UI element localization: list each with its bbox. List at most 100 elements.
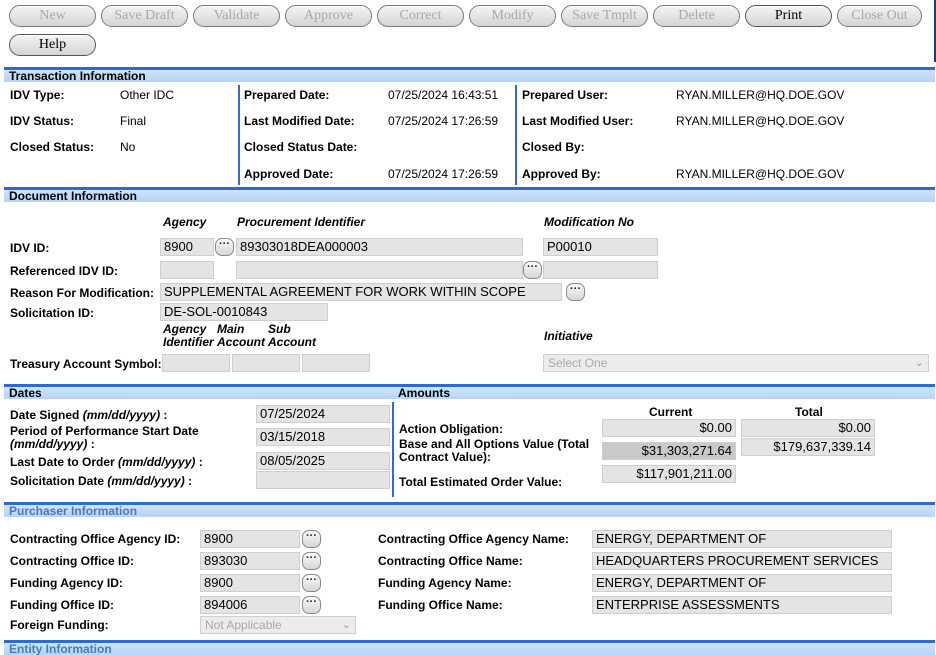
foreign-funding-label: Foreign Funding: <box>10 618 109 632</box>
amounts-section-header: Amounts <box>393 384 935 400</box>
funding-office-name-field[interactable]: ENTERPRISE ASSESSMENTS <box>592 596 892 614</box>
idv-agency-field[interactable]: 8900 <box>160 238 214 256</box>
referenced-idv-modification-field[interactable] <box>543 261 658 279</box>
agency-column-header: Agency <box>163 215 207 229</box>
contracting-office-id-label: Contracting Office ID: <box>10 554 135 568</box>
prepared-user-label: Prepared User: <box>522 88 609 102</box>
last-modified-date-value: 07/25/2024 17:26:59 <box>388 114 499 128</box>
funding-agency-name-label: Funding Agency Name: <box>378 576 512 590</box>
idv-status-value: Final <box>120 114 147 128</box>
base-and-all-options-label: Base and All Options Value (Total Contrac… <box>399 437 590 464</box>
treasury-sub-account-field[interactable] <box>302 354 370 372</box>
treasury-main-account-field[interactable] <box>232 354 300 372</box>
contracting-office-name-label: Contracting Office Name: <box>378 554 523 568</box>
modify-button[interactable]: Modify <box>469 5 556 27</box>
print-button[interactable]: Print <box>745 5 832 27</box>
action-obligation-current-field[interactable]: $0.00 <box>602 419 736 437</box>
action-obligation-label: Action Obligation: <box>399 422 503 436</box>
document-section-header: Document Information <box>4 187 935 203</box>
chevron-down-icon: ⌄ <box>341 619 351 631</box>
toolbar: New Save Draft Validate Approve Correct … <box>0 0 936 62</box>
save-template-button[interactable]: Save Tmplt <box>561 5 648 27</box>
column-divider <box>392 402 394 497</box>
funding-office-id-field[interactable]: 894006 <box>200 596 300 614</box>
ellipsis-lookup-icon[interactable]: ··· <box>215 238 234 256</box>
validate-button[interactable]: Validate <box>193 5 280 27</box>
ellipsis-lookup-icon[interactable]: ··· <box>302 530 321 548</box>
ellipsis-lookup-icon[interactable]: ··· <box>302 596 321 614</box>
solicitation-id-field[interactable]: DE-SOL-0010843 <box>160 303 328 321</box>
closed-by-label: Closed By: <box>522 140 585 154</box>
funding-office-name-label: Funding Office Name: <box>378 598 503 612</box>
approved-date-value: 07/25/2024 17:26:59 <box>388 167 499 181</box>
transaction-section-header: Transaction Information <box>4 67 935 83</box>
total-estimated-order-value-label: Total Estimated Order Value: <box>399 475 563 489</box>
pop-start-date-field[interactable]: 03/15/2018 <box>256 428 390 446</box>
foreign-funding-select[interactable]: Not Applicable ⌄ <box>200 616 356 634</box>
approved-date-label: Approved Date: <box>244 167 334 181</box>
chevron-down-icon: ⌄ <box>914 357 924 369</box>
funding-agency-id-label: Funding Agency ID: <box>10 576 123 590</box>
initiative-select[interactable]: Select One ⌄ <box>543 354 929 372</box>
ellipsis-lookup-icon[interactable]: ··· <box>302 574 321 592</box>
approved-by-value: RYAN.MILLER@HQ.DOE.GOV <box>676 167 845 181</box>
action-obligation-total-field[interactable]: $0.00 <box>741 419 875 437</box>
date-signed-label: Date Signed (mm/dd/yyyy) : <box>10 408 168 422</box>
close-out-button[interactable]: Close Out <box>837 5 922 27</box>
idv-procurement-id-field[interactable]: 89303018DEA000003 <box>236 238 523 256</box>
referenced-idv-agency-field[interactable] <box>160 261 214 279</box>
idv-type-value: Other IDC <box>120 88 175 102</box>
last-date-to-order-field[interactable]: 08/05/2025 <box>256 452 390 470</box>
last-date-to-order-label: Last Date to Order (mm/dd/yyyy) : <box>10 455 203 469</box>
contracting-office-agency-name-field[interactable]: ENERGY, DEPARTMENT OF <box>592 530 892 548</box>
column-divider <box>515 85 517 185</box>
column-divider <box>238 85 240 185</box>
closed-status-value: No <box>120 140 136 154</box>
reason-for-modification-label: Reason For Modification: <box>10 286 154 300</box>
pop-start-date-label: Period of Performance Start Date (mm/dd/y… <box>10 424 199 451</box>
foreign-funding-value: Not Applicable <box>205 618 282 632</box>
referenced-idv-label: Referenced IDV ID: <box>10 264 119 278</box>
prepared-date-label: Prepared Date: <box>244 88 330 102</box>
last-modified-user-label: Last Modified User: <box>522 114 634 128</box>
idv-id-label: IDV ID: <box>10 241 50 255</box>
procurement-identifier-column-header: Procurement Identifier <box>237 215 366 229</box>
correct-button[interactable]: Correct <box>377 5 464 27</box>
base-options-current-field[interactable]: $31,303,271.64 <box>602 442 736 460</box>
solicitation-date-label: Solicitation Date (mm/dd/yyyy) : <box>10 474 193 488</box>
last-modified-user-value: RYAN.MILLER@HQ.DOE.GOV <box>676 114 845 128</box>
contracting-office-agency-name-label: Contracting Office Agency Name: <box>378 532 569 546</box>
contracting-office-agency-id-field[interactable]: 8900 <box>200 530 300 548</box>
prepared-date-value: 07/25/2024 16:43:51 <box>388 88 499 102</box>
ellipsis-lookup-icon[interactable]: ··· <box>566 283 585 301</box>
idv-type-label: IDV Type: <box>10 88 65 102</box>
funding-agency-name-field[interactable]: ENERGY, DEPARTMENT OF <box>592 574 892 592</box>
delete-button[interactable]: Delete <box>653 5 740 27</box>
sub-account-column-header: Sub Account <box>268 322 316 349</box>
closed-status-label: Closed Status: <box>10 140 95 154</box>
help-button[interactable]: Help <box>9 34 96 56</box>
approve-button[interactable]: Approve <box>285 5 372 27</box>
save-draft-button[interactable]: Save Draft <box>101 5 188 27</box>
contracting-office-id-field[interactable]: 893030 <box>200 552 300 570</box>
ellipsis-lookup-icon[interactable]: ··· <box>523 261 542 279</box>
agency-identifier-column-header: Agency Identifier <box>163 322 214 349</box>
ellipsis-lookup-icon[interactable]: ··· <box>302 552 321 570</box>
referenced-idv-procurement-id-field[interactable] <box>236 261 523 279</box>
funding-agency-id-field[interactable]: 8900 <box>200 574 300 592</box>
last-modified-date-label: Last Modified Date: <box>244 114 355 128</box>
idv-modification-no-field[interactable]: P00010 <box>543 238 658 256</box>
solicitation-date-field[interactable] <box>256 471 390 489</box>
total-estimated-current-field[interactable]: $117,901,211.00 <box>602 465 736 483</box>
date-signed-field[interactable]: 07/25/2024 <box>256 405 390 423</box>
treasury-agency-identifier-field[interactable] <box>162 354 230 372</box>
approved-by-label: Approved By: <box>522 167 601 181</box>
contracting-office-name-field[interactable]: HEADQUARTERS PROCUREMENT SERVICES <box>592 552 892 570</box>
purchaser-section-header: Purchaser Information <box>4 502 935 518</box>
reason-for-modification-field[interactable]: SUPPLEMENTAL AGREEMENT FOR WORK WITHIN S… <box>160 283 562 301</box>
base-options-total-field[interactable]: $179,637,339.14 <box>741 438 875 456</box>
initiative-column-header: Initiative <box>544 329 593 343</box>
entity-section-header: Entity Information <box>4 640 935 655</box>
new-button[interactable]: New <box>9 5 96 27</box>
funding-office-id-label: Funding Office ID: <box>10 598 114 612</box>
